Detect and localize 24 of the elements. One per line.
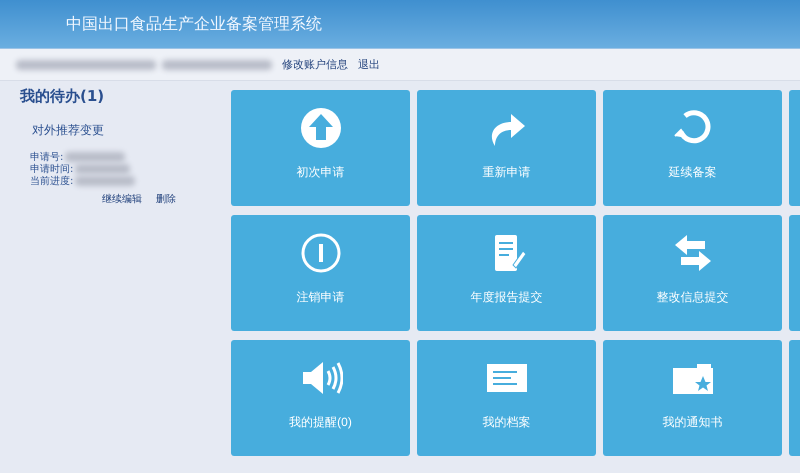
field-label: 申请时间:: [30, 162, 74, 176]
power-icon: [298, 231, 342, 275]
menu-tile[interactable]: 我的提醒(0): [231, 340, 410, 456]
account-link[interactable]: 修改账户信息: [282, 57, 348, 72]
menu-tile[interactable]: 延续备案: [603, 90, 782, 206]
action-link[interactable]: 继续编辑: [102, 192, 142, 206]
account-link[interactable]: 退出: [358, 57, 380, 72]
menu-tile[interactable]: 注销申请: [231, 215, 410, 331]
menu-tile[interactable]: 重新申请: [417, 90, 596, 206]
field-label: 当前进度:: [30, 174, 74, 188]
redaction-blur: [75, 176, 136, 186]
field-label: 申请号:: [30, 150, 64, 164]
redaction-blur: [65, 152, 126, 162]
todo-heading: 我的待办(1): [20, 87, 106, 106]
menu-tile[interactable]: 整改信息提交: [603, 215, 782, 331]
arrow-up-circle-icon: [298, 106, 342, 150]
menu-tile[interactable]: 我的档案: [417, 340, 596, 456]
system-title: 中国出口食品生产企业备案管理系统: [66, 14, 322, 34]
menu-tile[interactable]: 初次申请: [231, 90, 410, 206]
todo-item-title: 对外推荐变更: [32, 122, 105, 139]
action-link[interactable]: 删除: [156, 192, 176, 206]
menu-tile[interactable]: 我的通知书: [603, 340, 782, 456]
redaction-blur: [75, 164, 130, 174]
menu-tile[interactable]: 年度报告提交: [417, 215, 596, 331]
